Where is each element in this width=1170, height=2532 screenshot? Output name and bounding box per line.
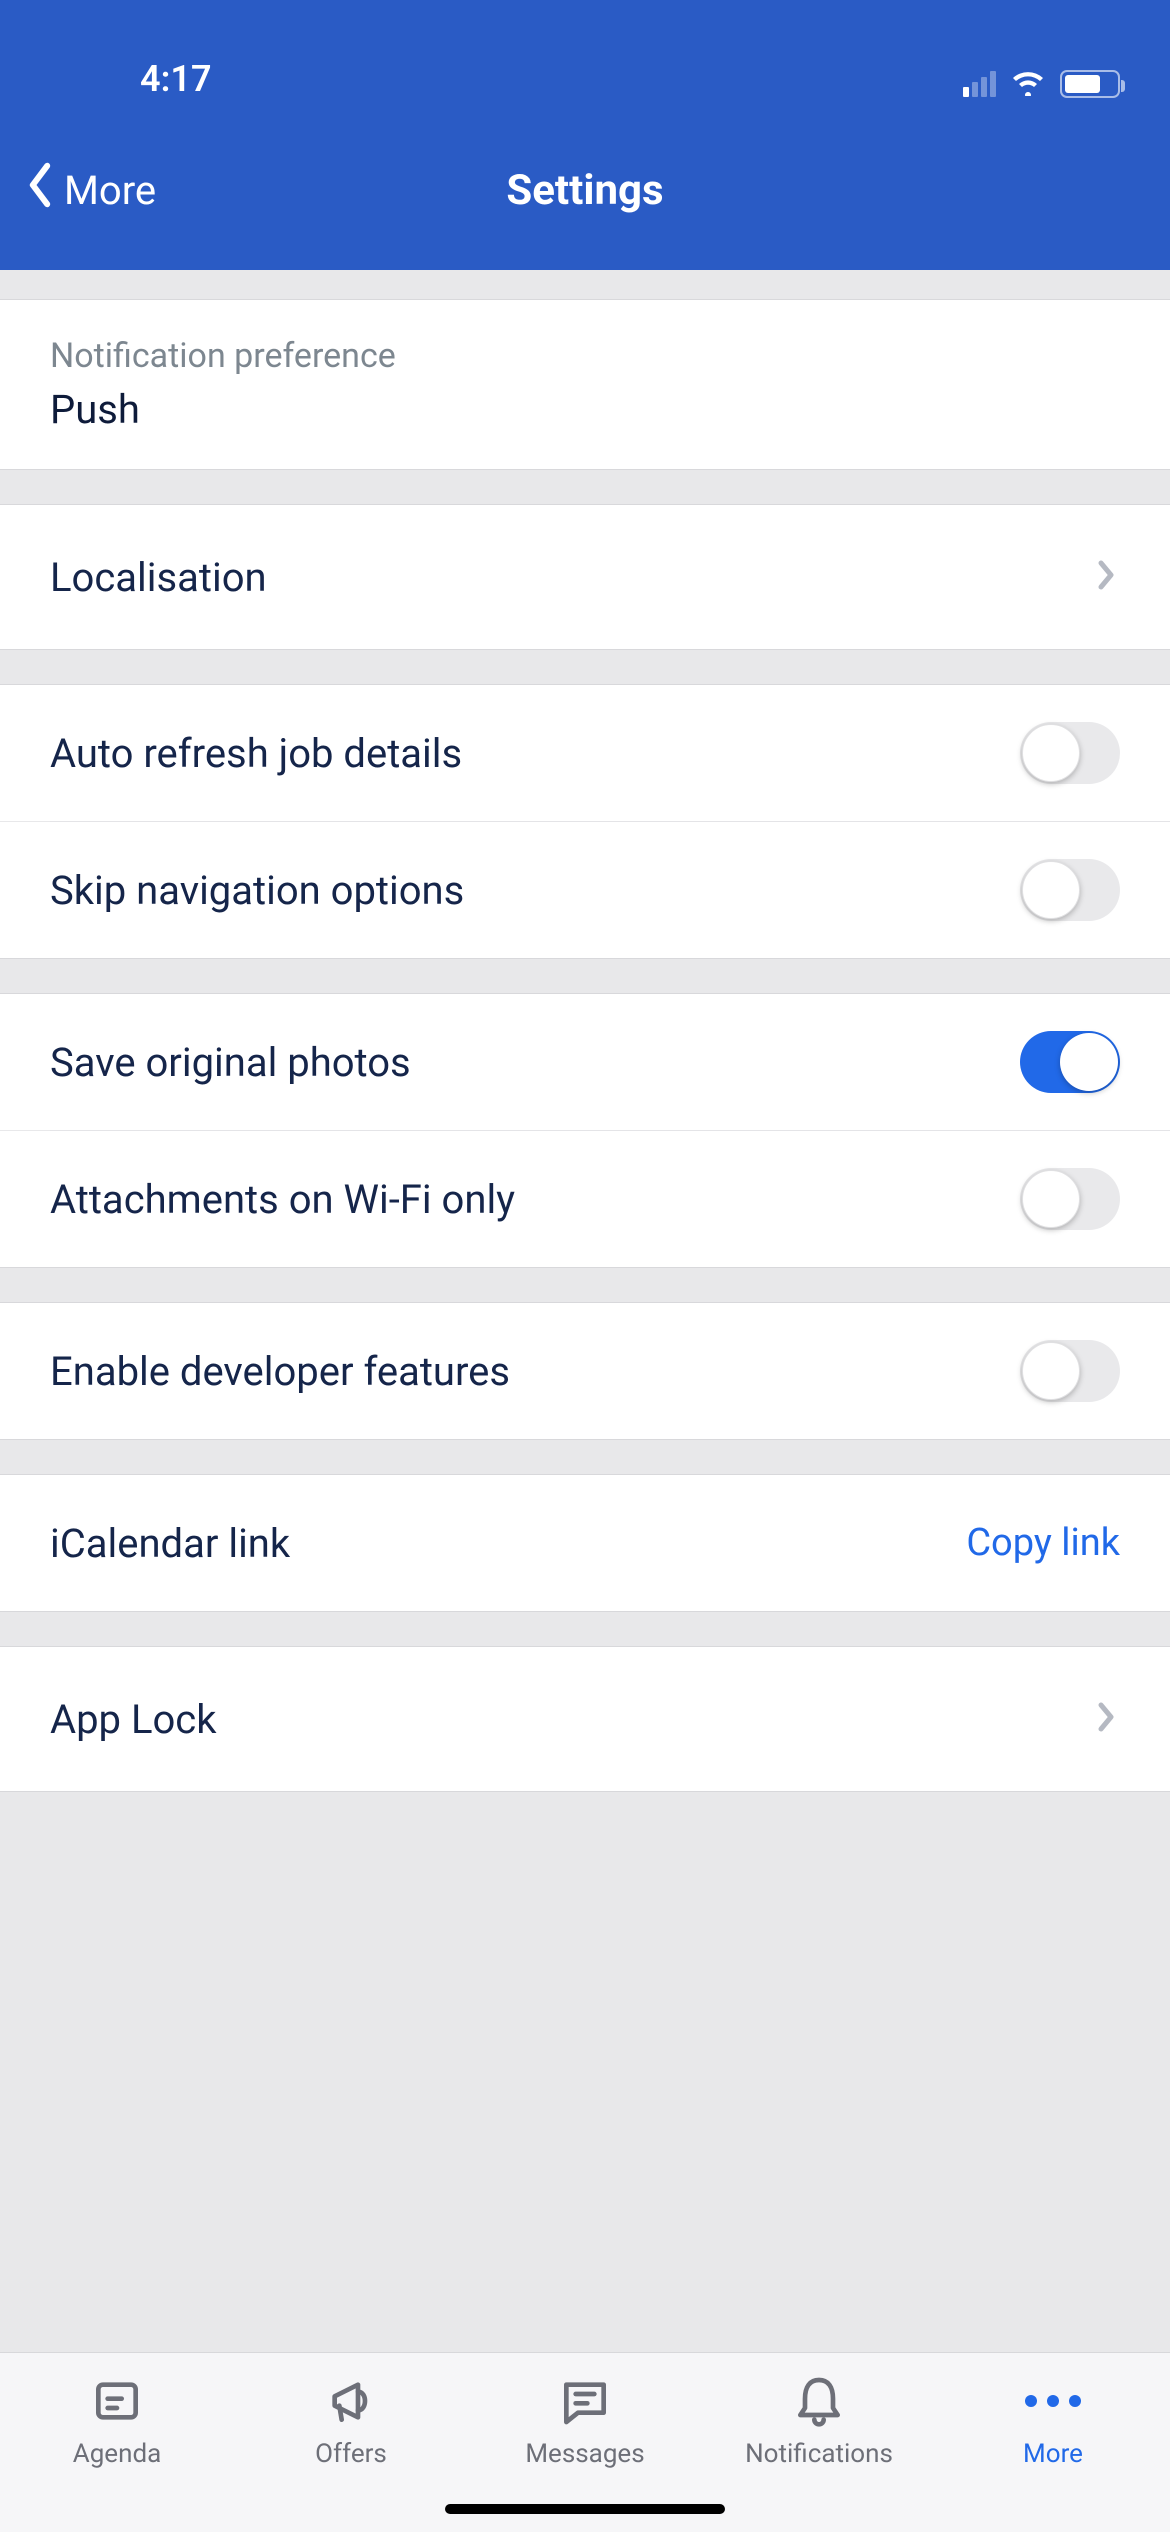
chevron-left-icon	[20, 161, 60, 219]
tab-label: More	[1023, 2439, 1083, 2469]
notification-preference-label: Notification preference	[50, 336, 396, 376]
megaphone-icon	[323, 2373, 379, 2429]
row-developer-features: Enable developer features	[0, 1303, 1170, 1439]
tab-label: Offers	[315, 2439, 387, 2469]
row-app-lock[interactable]: App Lock	[0, 1647, 1170, 1791]
cellular-signal-icon	[963, 71, 996, 97]
auto-refresh-label: Auto refresh job details	[50, 730, 1020, 777]
auto-refresh-toggle[interactable]	[1020, 722, 1120, 784]
agenda-icon	[89, 2373, 145, 2429]
copy-link-button[interactable]: Copy link	[966, 1521, 1120, 1565]
row-localisation[interactable]: Localisation	[0, 505, 1170, 649]
skip-navigation-label: Skip navigation options	[50, 867, 1020, 914]
notification-preference-value: Push	[50, 386, 140, 433]
tab-label: Messages	[525, 2439, 644, 2469]
row-wifi-attachments: Attachments on Wi-Fi only	[0, 1131, 1170, 1267]
settings-content: Notification preference Push Localisatio…	[0, 270, 1170, 1991]
tab-label: Agenda	[73, 2439, 162, 2469]
status-icons	[963, 68, 1120, 100]
status-time: 4:17	[50, 58, 212, 100]
save-photos-toggle[interactable]	[1020, 1031, 1120, 1093]
more-icon	[1025, 2373, 1081, 2429]
app-lock-label: App Lock	[50, 1696, 1094, 1743]
save-photos-label: Save original photos	[50, 1039, 1020, 1086]
nav-header: More Settings	[0, 110, 1170, 270]
wifi-attachments-label: Attachments on Wi-Fi only	[50, 1176, 1020, 1223]
row-skip-navigation: Skip navigation options	[0, 822, 1170, 958]
row-save-photos: Save original photos	[0, 994, 1170, 1130]
wifi-icon	[1010, 68, 1046, 100]
localisation-label: Localisation	[50, 554, 1094, 601]
tab-more[interactable]: More	[936, 2373, 1170, 2532]
tab-notifications[interactable]: Notifications	[702, 2373, 936, 2532]
back-button[interactable]: More	[20, 161, 156, 219]
bell-icon	[791, 2373, 847, 2429]
tab-agenda[interactable]: Agenda	[0, 2373, 234, 2532]
skip-navigation-toggle[interactable]	[1020, 859, 1120, 921]
tab-label: Notifications	[745, 2439, 893, 2469]
tab-offers[interactable]: Offers	[234, 2373, 468, 2532]
messages-icon	[557, 2373, 613, 2429]
row-auto-refresh: Auto refresh job details	[0, 685, 1170, 821]
icalendar-label: iCalendar link	[50, 1520, 966, 1567]
developer-features-toggle[interactable]	[1020, 1340, 1120, 1402]
back-label: More	[64, 167, 156, 214]
chevron-right-icon	[1094, 555, 1120, 599]
status-bar: 4:17	[0, 0, 1170, 110]
page-title: Settings	[0, 166, 1170, 215]
wifi-attachments-toggle[interactable]	[1020, 1168, 1120, 1230]
developer-features-label: Enable developer features	[50, 1348, 1020, 1395]
row-icalendar-link: iCalendar link Copy link	[0, 1475, 1170, 1611]
battery-icon	[1060, 70, 1120, 98]
home-indicator[interactable]	[445, 2504, 725, 2514]
chevron-right-icon	[1094, 1697, 1120, 1741]
row-notification-preference[interactable]: Notification preference Push	[0, 300, 1170, 469]
